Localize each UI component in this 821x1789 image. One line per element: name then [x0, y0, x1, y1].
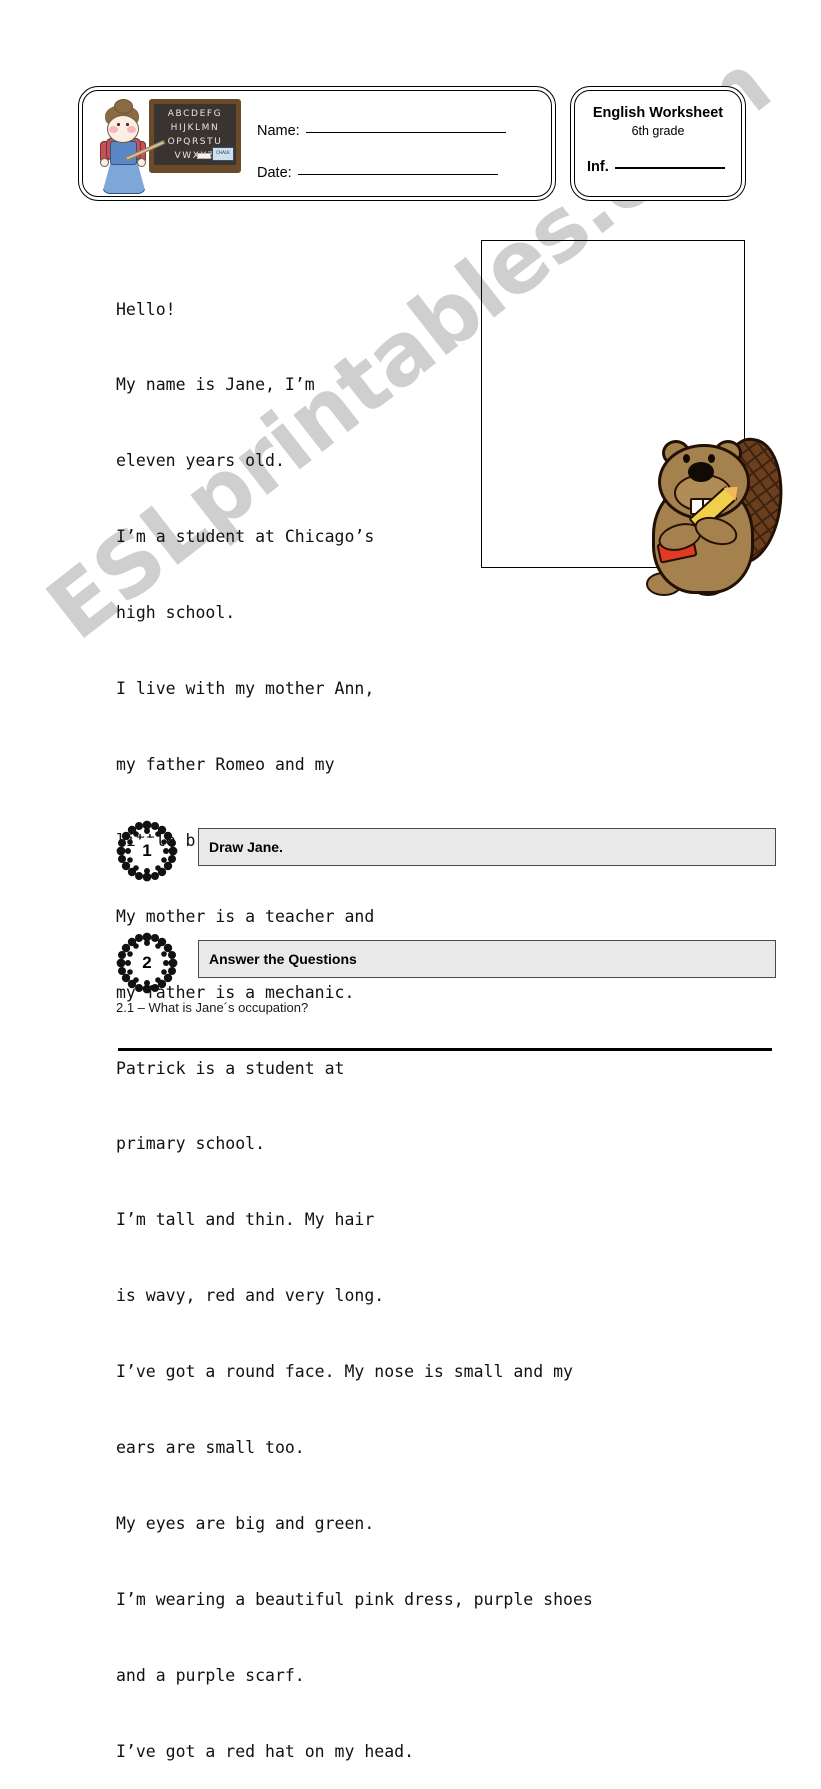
chalk-box-icon: CHALK: [212, 147, 234, 161]
name-label: Name:: [257, 123, 300, 139]
passage-line: I’m tall and thin. My hair: [116, 1210, 375, 1230]
date-rule: [297, 174, 498, 175]
teacher-hand-right: [137, 158, 146, 167]
beaver-illustration: [636, 432, 791, 600]
exercise-number: 2: [142, 953, 152, 972]
blackboard-icon: ABCDEFG HIJKLMN OPQRSTU VWXYZ CHALK: [149, 99, 241, 173]
exercise-2: 2 Answer the Questions: [116, 930, 776, 994]
passage-line: ears are small too.: [116, 1437, 305, 1457]
teacher-eye-right: [126, 123, 129, 126]
teacher-cheek-left: [109, 126, 118, 133]
teacher-eye-left: [117, 123, 120, 126]
beaver-eye-right: [708, 454, 715, 463]
teacher-blackboard-illustration: ABCDEFG HIJKLMN OPQRSTU VWXYZ CHALK: [93, 95, 245, 195]
task-bar-answer-questions: Answer the Questions: [198, 940, 776, 978]
worksheet-grade: 6th grade: [631, 124, 685, 138]
passage-line: I’ve got a round face. My nose is small …: [116, 1362, 573, 1382]
answer-rule-line[interactable]: [118, 1048, 772, 1051]
worksheet-title: English Worksheet: [592, 105, 724, 121]
date-label: Date:: [257, 165, 292, 181]
task-bar-draw-jane: Draw Jane.: [198, 828, 776, 866]
passage-line: and a purple scarf.: [116, 1665, 305, 1685]
exercise-number: 1: [142, 841, 152, 860]
passage-line: I live with my mother Ann,: [116, 679, 375, 699]
passage-line: My eyes are big and green.: [116, 1513, 375, 1533]
teacher-hand-left: [100, 158, 109, 167]
beaver-nose: [688, 462, 714, 482]
passage-line: Hello!: [116, 299, 176, 319]
chalk-stick-icon: [197, 153, 211, 159]
passage-line: primary school.: [116, 1134, 266, 1154]
exercise-1: 1 Draw Jane.: [116, 818, 776, 882]
worksheet-header: ABCDEFG HIJKLMN OPQRSTU VWXYZ CHALK Name…: [78, 86, 746, 201]
exercise-badge-2: 2: [116, 932, 178, 994]
passage-line: high school.: [116, 603, 236, 623]
teacher-cheek-right: [127, 126, 136, 133]
passage-line: My name is Jane, I’m: [116, 375, 315, 395]
inf-field[interactable]: Inf.: [587, 159, 725, 175]
inf-rule: [614, 167, 725, 169]
beaver-eye-left: [683, 454, 690, 463]
name-rule: [305, 132, 506, 133]
passage-line: is wavy, red and very long.: [116, 1286, 385, 1306]
passage-line: I’ve got a red hat on my head.: [116, 1741, 415, 1761]
passage-line: Patrick is a student at: [116, 1058, 345, 1078]
name-field[interactable]: Name:: [257, 123, 506, 139]
teacher-hair-bun: [114, 99, 133, 114]
passage-line: My mother is a teacher and: [116, 906, 375, 926]
header-identity-box: ABCDEFG HIJKLMN OPQRSTU VWXYZ CHALK Name…: [78, 86, 556, 201]
question-2-1: 2.1 – What is Jane´s occupation?: [116, 1000, 309, 1015]
blackboard-row: ABCDEFG: [167, 109, 223, 119]
exercise-badge-1: 1: [116, 820, 178, 882]
inf-label: Inf.: [587, 159, 609, 175]
date-field[interactable]: Date:: [257, 165, 498, 181]
passage-line: my father Romeo and my: [116, 754, 335, 774]
header-title-box: English Worksheet 6th grade Inf.: [570, 86, 746, 201]
blackboard-row: HIJKLMN: [170, 123, 220, 133]
passage-line: eleven years old.: [116, 451, 285, 471]
passage-line: I’m wearing a beautiful pink dress, purp…: [116, 1589, 593, 1609]
passage-line: I’m a student at Chicago’s: [116, 527, 375, 547]
